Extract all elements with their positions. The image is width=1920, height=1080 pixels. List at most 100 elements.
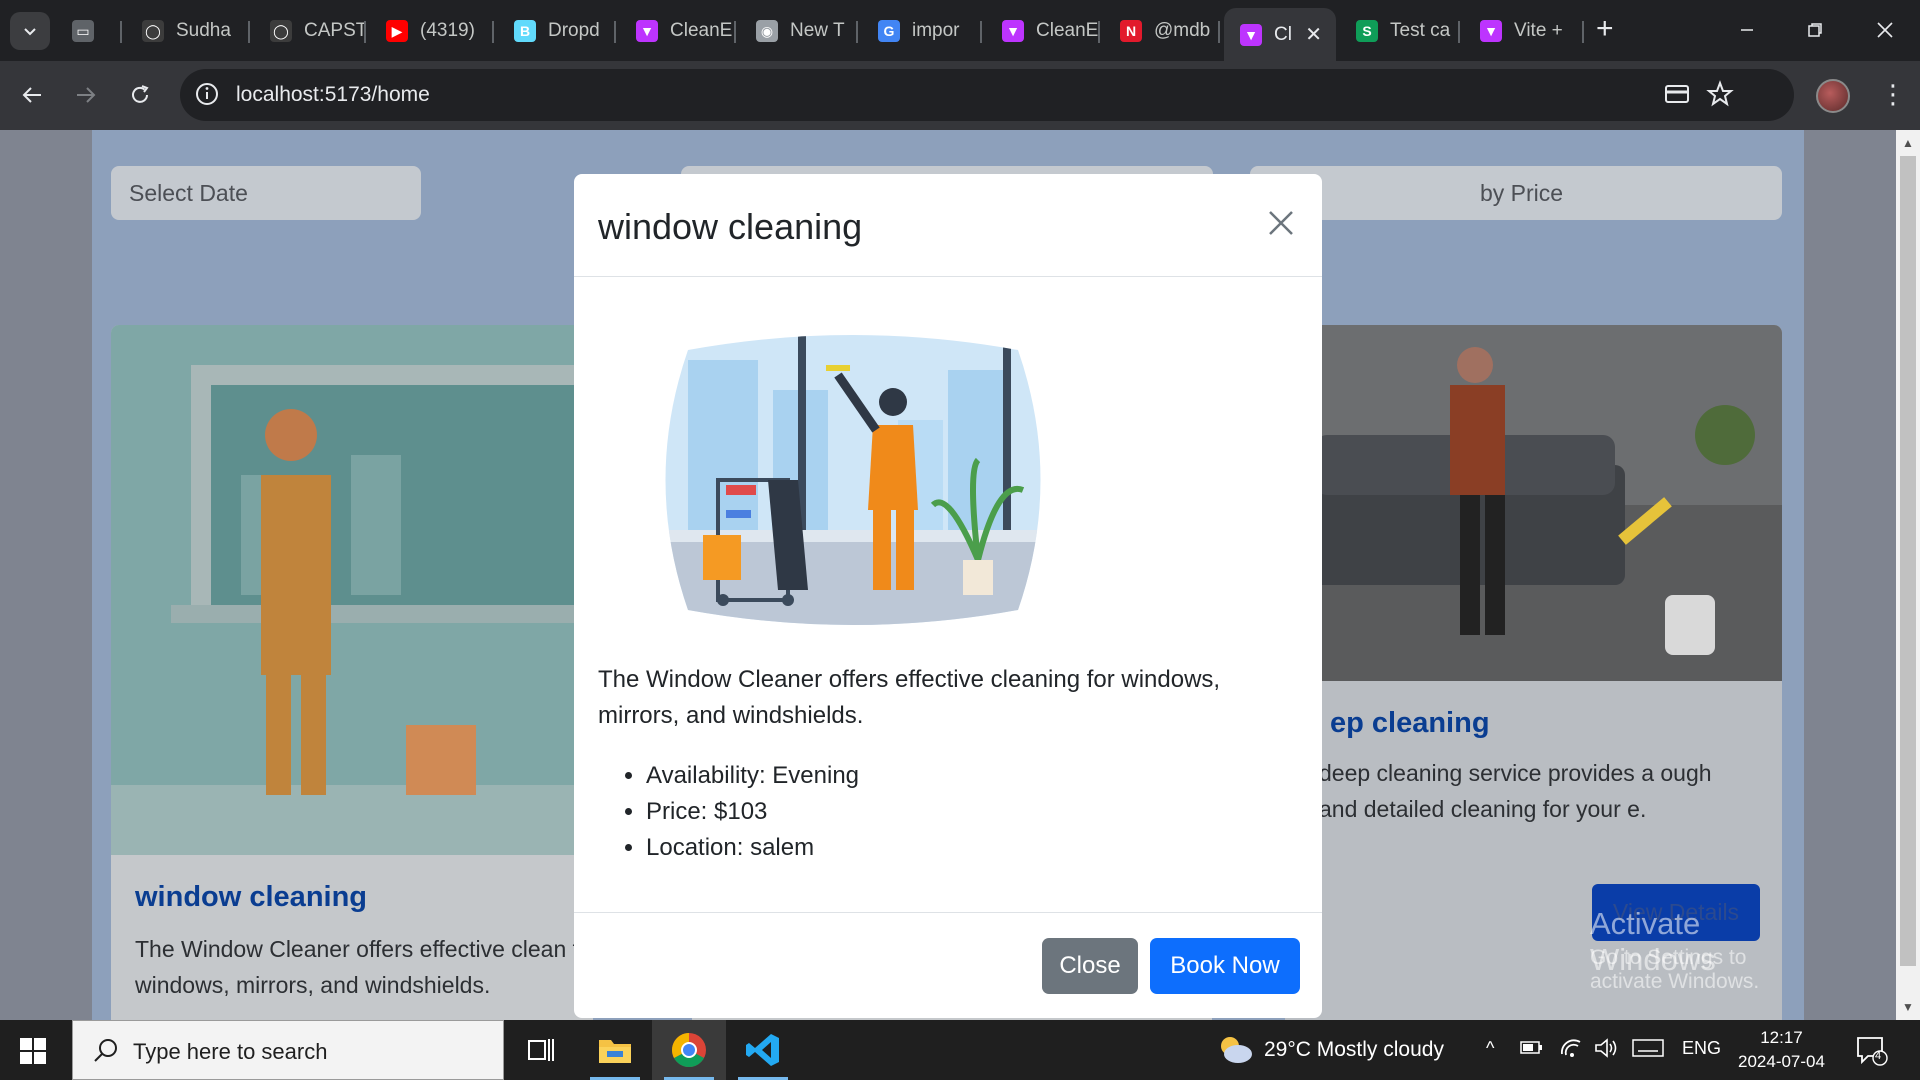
menu-kebab-icon[interactable]: ⋮ (1880, 81, 1906, 107)
tab-separator (1458, 21, 1460, 43)
browser-tab[interactable]: ◯ Sudha (126, 10, 250, 52)
url-text[interactable]: localhost:5173/home (236, 83, 430, 107)
browser-tab[interactable]: ▼ CleanE (986, 10, 1100, 52)
github-icon: ◯ (142, 20, 164, 42)
tab-search-button[interactable] (10, 12, 50, 50)
task-view-icon (528, 1039, 554, 1061)
deep-cleaning-photo (1285, 325, 1782, 681)
new-tab-button[interactable]: + (1596, 14, 1614, 44)
star-icon[interactable] (1706, 80, 1734, 108)
browser-tab[interactable]: ▭ (56, 10, 122, 52)
browser-tab[interactable]: B Dropd (498, 10, 616, 52)
tab-label: Test ca (1390, 20, 1451, 41)
mdb-icon: N (1120, 20, 1142, 42)
browser-tab[interactable]: ▼ Vite + (1464, 10, 1584, 52)
tab-label: @mdb (1154, 20, 1211, 41)
windows-start-icon[interactable] (20, 1038, 46, 1064)
location-item: Location: salem (646, 830, 859, 866)
github-icon: ◯ (270, 20, 292, 42)
tab-separator (1098, 21, 1100, 43)
vite-icon: ▼ (1240, 23, 1262, 46)
weather-text[interactable]: 29°C Mostly cloudy (1264, 1038, 1444, 1062)
date-filter-input[interactable]: Select Date (111, 166, 421, 220)
tab-separator (614, 21, 616, 43)
chevron-down-icon (24, 28, 36, 36)
close-button[interactable]: Close (1042, 938, 1138, 994)
tab-label: Sudha (176, 20, 231, 41)
browser-tab[interactable]: ◯ CAPST (254, 10, 366, 52)
search-placeholder: Type here to search (133, 1039, 328, 1064)
vscode-icon (746, 1034, 779, 1066)
card-title: window cleaning (135, 881, 368, 913)
restore-button[interactable] (1792, 12, 1838, 48)
keyboard-icon[interactable] (1632, 1038, 1664, 1058)
vite-icon: ▼ (1480, 20, 1502, 42)
windows-taskbar: Type here to search 29°C Mostly cloudy ^… (0, 1020, 1920, 1080)
task-view-button[interactable] (504, 1020, 578, 1080)
sheets-icon: S (1356, 20, 1378, 42)
clock-date: 2024-07-04 (1738, 1052, 1825, 1071)
arrow-left-icon (22, 87, 41, 103)
vscode-taskbar-button[interactable] (726, 1020, 800, 1080)
tab-separator (364, 21, 366, 43)
tab-separator (734, 21, 736, 43)
browser-tab[interactable]: N @mdb (1104, 10, 1220, 52)
tab-label: CleanE (670, 20, 733, 41)
minimize-button[interactable] (1724, 12, 1770, 48)
page-scrollbar[interactable]: ▲ ▼ (1896, 130, 1920, 1020)
react-bootstrap-icon: B (514, 20, 536, 42)
notification-count: 4 (1875, 1050, 1882, 1062)
price-filter-select[interactable]: by Price (1250, 166, 1782, 220)
forward-button[interactable] (66, 75, 106, 115)
file-explorer-button[interactable] (578, 1020, 652, 1080)
address-bar[interactable]: localhost:5173/home (180, 69, 1794, 121)
chrome-icon: ◉ (756, 20, 778, 42)
tab-separator (980, 21, 982, 43)
tab-label: CAPST (304, 20, 366, 41)
browser-tab[interactable]: ▼ CleanE (620, 10, 736, 52)
card-description: The Window Cleaner offers effective clea… (135, 936, 593, 998)
window-cleaning-illustration (665, 335, 1041, 625)
clock-time: 12:17 (1760, 1028, 1803, 1047)
system-clock[interactable]: 12:17 2024-07-04 (1738, 1026, 1825, 1074)
tab-label: impor (912, 20, 960, 41)
close-window-button[interactable] (1862, 12, 1908, 48)
battery-icon[interactable] (1520, 1038, 1544, 1056)
tab-close-icon[interactable]: ✕ (1305, 22, 1322, 47)
browser-tab[interactable]: ▶ (4319) (370, 10, 494, 52)
reload-button[interactable] (120, 75, 160, 115)
browser-toolbar: localhost:5173/home ⋮ (0, 61, 1920, 130)
language-indicator[interactable]: ENG (1682, 1038, 1721, 1059)
cloudy-weather-icon[interactable] (1216, 1034, 1254, 1064)
scroll-down-icon[interactable]: ▼ (1902, 1000, 1914, 1014)
browser-tab[interactable]: ◉ New T (740, 10, 858, 52)
taskbar-search-box[interactable]: Type here to search (72, 1020, 504, 1080)
back-button[interactable] (12, 75, 52, 115)
google-icon: G (878, 20, 900, 42)
tab-label: Dropd (548, 20, 600, 41)
tab-label: Vite + (1514, 20, 1563, 41)
tab-separator (856, 21, 858, 43)
modal-footer-divider (574, 912, 1322, 913)
wifi-icon[interactable] (1560, 1038, 1582, 1058)
browser-tab[interactable]: Gimpor (862, 10, 982, 52)
modal-close-button[interactable] (1266, 208, 1296, 243)
activation-watermark-text: Go to Settings to activate Windows. (1590, 946, 1760, 993)
card-title: ep cleaning (1330, 707, 1490, 739)
browser-tab[interactable]: S Test ca (1340, 10, 1460, 52)
modal-title: window cleaning (598, 206, 863, 247)
scroll-up-icon[interactable]: ▲ (1902, 136, 1914, 150)
price-item: Price: $103 (646, 794, 859, 830)
chrome-taskbar-button[interactable] (652, 1020, 726, 1080)
notification-icon (1857, 1037, 1888, 1066)
arrow-right-icon (77, 87, 96, 103)
book-now-button[interactable]: Book Now (1150, 938, 1300, 994)
chevron-up-icon[interactable]: ^ (1486, 1038, 1494, 1059)
card-icon[interactable] (1664, 83, 1690, 105)
notifications-button[interactable]: 4 (1856, 1036, 1888, 1071)
speaker-icon[interactable] (1594, 1038, 1618, 1058)
info-icon[interactable] (194, 81, 220, 107)
profile-avatar[interactable] (1816, 79, 1850, 113)
scroll-thumb[interactable] (1900, 156, 1916, 966)
browser-tab[interactable]: ▼ Cl ✕ (1224, 8, 1336, 61)
